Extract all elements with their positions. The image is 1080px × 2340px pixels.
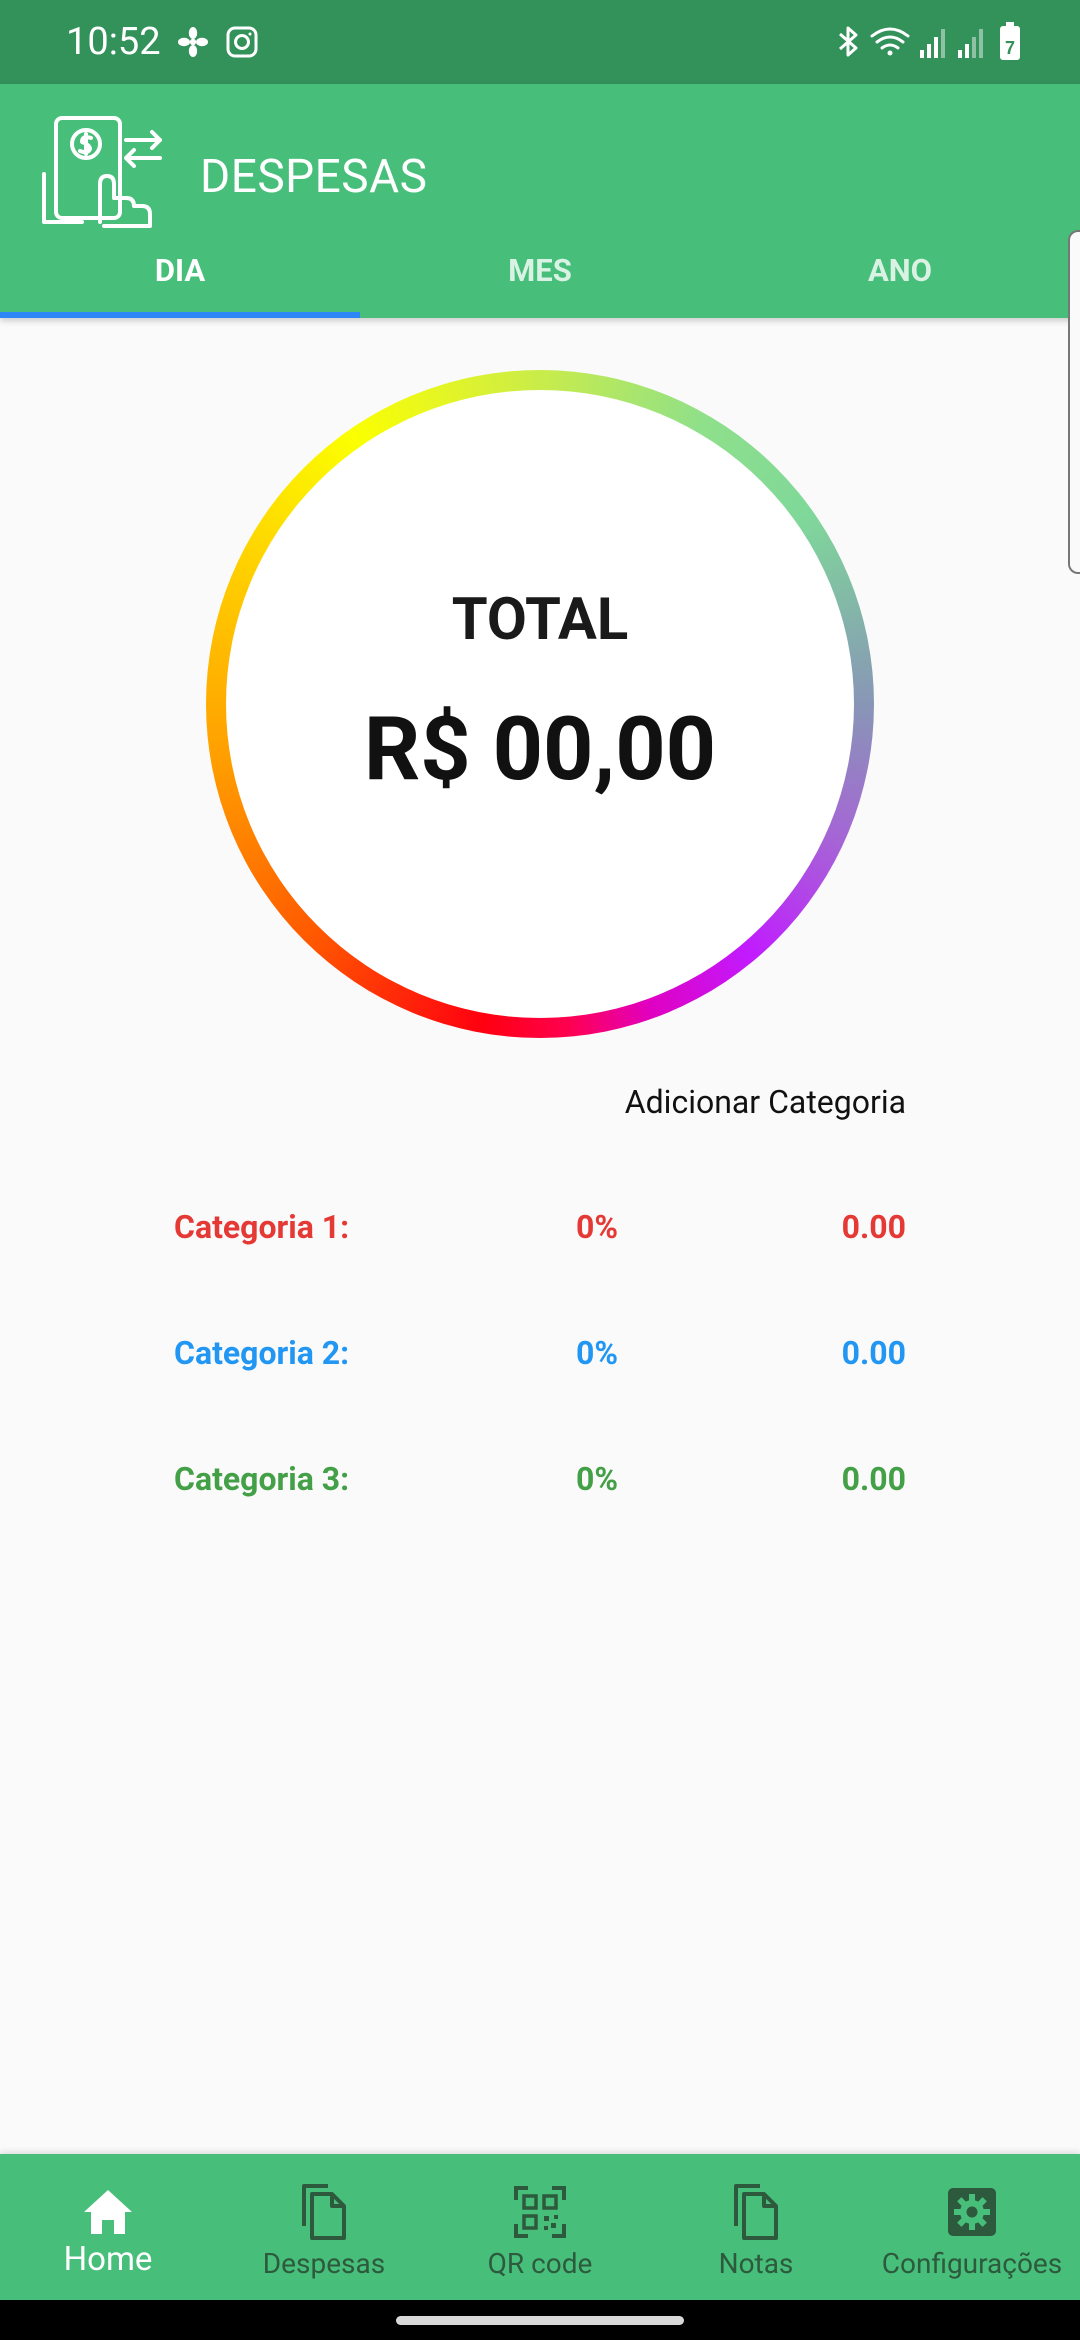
bluetooth-icon — [839, 26, 858, 57]
signal-icon — [958, 29, 983, 58]
total-ring: TOTAL R$ 00,00 — [206, 370, 874, 1038]
home-gesture-bar[interactable] — [396, 2316, 684, 2325]
nav-configuracoes[interactable]: Configurações — [864, 2154, 1080, 2300]
status-right-icons: 7 — [839, 22, 1020, 60]
nav-label: Configurações — [881, 2247, 1063, 2280]
nav-label: Despesas — [262, 2247, 386, 2280]
category-percent: 0% — [576, 1334, 619, 1372]
category-name: Categoria 3: — [174, 1460, 350, 1498]
system-navigation-bar — [0, 2300, 1080, 2340]
status-time: 10:52 — [66, 20, 161, 64]
total-value: R$ 00,00 — [363, 698, 717, 801]
category-value: 0.00 — [841, 1334, 906, 1372]
scroll-handle[interactable] — [1068, 230, 1080, 574]
add-category-button[interactable]: Adicionar Categoria — [625, 1080, 906, 1124]
tab-dia[interactable]: DIA — [0, 234, 360, 318]
qr-code-icon — [514, 2186, 566, 2238]
category-name: Categoria 2: — [174, 1334, 350, 1372]
total-label: TOTAL — [451, 586, 629, 654]
category-row[interactable]: Categoria 1: 0% 0.00 — [174, 1202, 906, 1252]
bottom-navigation: Home Despesas QR code Notas Configuraçõe… — [0, 2154, 1080, 2300]
tab-ano[interactable]: ANO — [720, 234, 1080, 318]
nav-notas[interactable]: Notas — [648, 2154, 864, 2300]
home-icon — [84, 2190, 132, 2234]
instagram-icon — [226, 26, 258, 58]
category-value: 0.00 — [841, 1460, 906, 1498]
battery-level: 7 — [1005, 38, 1015, 58]
wifi-icon — [870, 27, 910, 56]
nav-label: QR code — [487, 2247, 593, 2280]
nav-label: Home — [63, 2240, 153, 2279]
nav-label: Notas — [718, 2247, 794, 2280]
category-name: Categoria 1: — [174, 1208, 350, 1246]
tab-indicator — [0, 312, 360, 318]
category-percent: 0% — [576, 1460, 619, 1498]
app-title: DESPESAS — [200, 150, 428, 204]
signal-icon — [920, 29, 945, 58]
settings-icon — [948, 2188, 996, 2236]
status-left-icons — [178, 26, 258, 58]
nav-home[interactable]: Home — [0, 2154, 216, 2300]
category-row[interactable]: Categoria 3: 0% 0.00 — [174, 1454, 906, 1504]
copy-icon — [734, 2184, 778, 2240]
category-value: 0.00 — [841, 1208, 906, 1246]
category-percent: 0% — [576, 1208, 619, 1246]
app-bar: DESPESAS DIA MES ANO — [0, 84, 1080, 318]
copy-icon — [302, 2184, 346, 2240]
payment-hand-icon — [42, 116, 162, 228]
nav-despesas[interactable]: Despesas — [216, 2154, 432, 2300]
fan-icon — [178, 27, 208, 57]
tab-mes[interactable]: MES — [360, 234, 720, 318]
nav-qr-code[interactable]: QR code — [432, 2154, 648, 2300]
status-bar: 10:52 7 — [0, 0, 1080, 84]
category-row[interactable]: Categoria 2: 0% 0.00 — [174, 1328, 906, 1378]
period-tabs: DIA MES ANO — [0, 234, 1080, 318]
